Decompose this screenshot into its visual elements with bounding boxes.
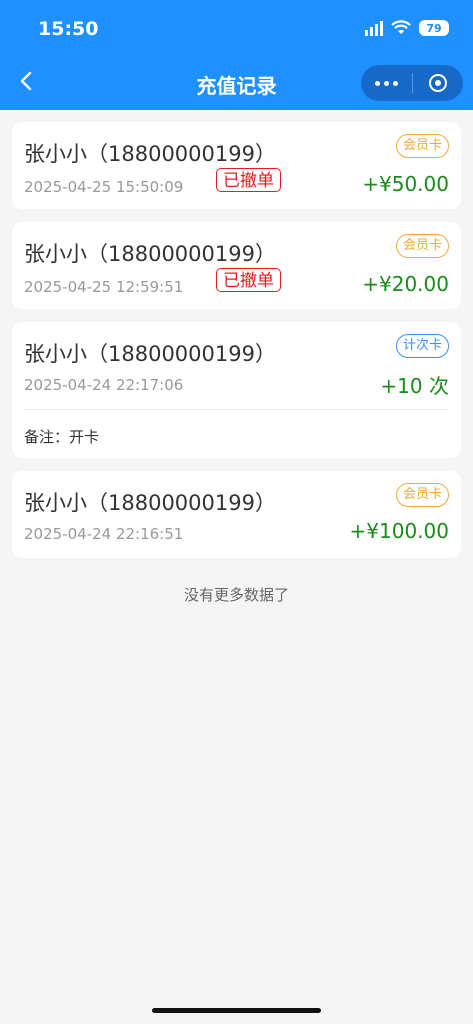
home-indicator[interactable] <box>152 1008 321 1013</box>
recharge-amount: +¥20.00 <box>362 272 449 296</box>
record-datetime: 2025-04-24 22:17:06 <box>24 376 184 394</box>
top-bar: 15:50 79 充值记录 <box>0 0 473 110</box>
divider <box>24 409 449 410</box>
record-datetime: 2025-04-24 22:16:51 <box>24 525 184 543</box>
record-card[interactable]: 张小小（18800000199） 2025-04-24 22:16:51 会员卡… <box>12 471 461 558</box>
record-datetime: 2025-04-25 15:50:09 <box>24 178 184 196</box>
card-type-tag: 会员卡 <box>395 134 449 158</box>
customer-name: 张小小（18800000199） <box>24 242 276 266</box>
wifi-icon <box>391 20 411 34</box>
record-datetime: 2025-04-25 12:59:51 <box>24 278 184 296</box>
customer-name: 张小小（18800000199） <box>24 342 276 366</box>
battery-icon: 79 <box>419 20 449 36</box>
cellular-signal-icon <box>365 20 383 36</box>
more-options-icon[interactable] <box>361 80 412 86</box>
recharge-amount: +¥50.00 <box>362 172 449 196</box>
record-remark: 备注：开卡 <box>24 428 100 446</box>
record-card[interactable]: 张小小（18800000199） 2025-04-24 22:17:06 计次卡… <box>12 322 461 458</box>
record-card[interactable]: 张小小（18800000199） 2025-04-25 12:59:51 已撤单… <box>12 222 461 309</box>
card-type-tag: 会员卡 <box>395 234 449 258</box>
record-card[interactable]: 张小小（18800000199） 2025-04-25 15:50:09 已撤单… <box>12 122 461 209</box>
revoked-badge: 已撤单 <box>216 268 281 292</box>
status-icons: 79 <box>365 20 449 36</box>
recharge-amount: +10 次 <box>380 374 449 398</box>
recharge-amount: +¥100.00 <box>349 519 449 543</box>
revoked-badge: 已撤单 <box>216 168 281 192</box>
customer-name: 张小小（18800000199） <box>24 491 276 515</box>
status-time: 15:50 <box>38 18 99 40</box>
customer-name: 张小小（18800000199） <box>24 142 276 166</box>
card-type-tag: 计次卡 <box>395 334 449 358</box>
end-of-list-text: 没有更多数据了 <box>183 586 289 604</box>
card-type-tag: 会员卡 <box>395 483 449 507</box>
mini-program-capsule <box>361 65 463 101</box>
close-mini-program-icon[interactable] <box>412 74 463 92</box>
